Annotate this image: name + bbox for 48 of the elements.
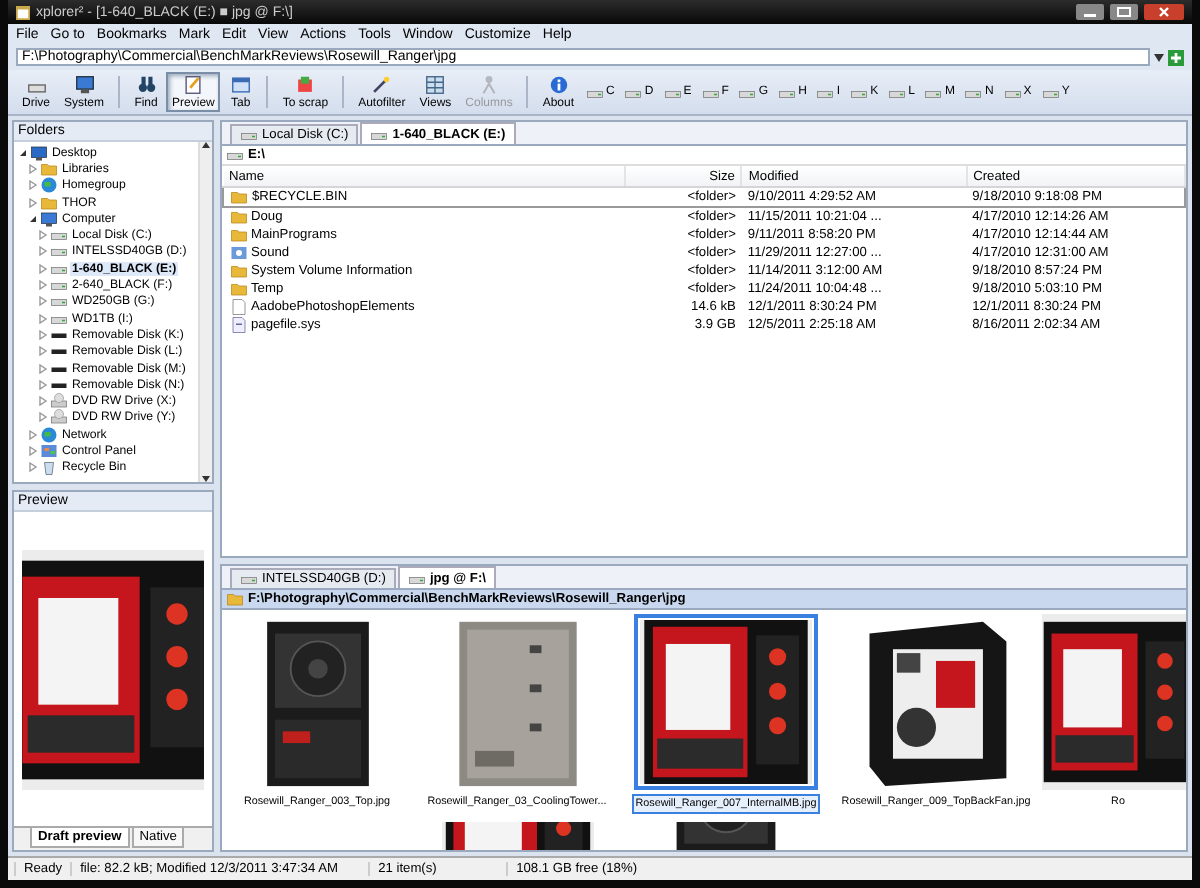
collapsed-arrow-icon[interactable] bbox=[38, 296, 48, 307]
collapsed-arrow-icon[interactable] bbox=[28, 197, 38, 208]
globe-icon bbox=[40, 425, 58, 444]
monitor-icon bbox=[30, 143, 48, 162]
expanded-arrow-icon[interactable] bbox=[18, 147, 28, 158]
collapsed-arrow-icon[interactable] bbox=[38, 230, 48, 241]
globe-icon bbox=[40, 176, 58, 195]
collapsed-arrow-icon[interactable] bbox=[38, 412, 48, 423]
collapsed-arrow-icon[interactable] bbox=[38, 346, 48, 357]
collapsed-arrow-icon[interactable] bbox=[38, 313, 48, 324]
disc-drive-icon bbox=[50, 408, 68, 427]
collapsed-arrow-icon[interactable] bbox=[38, 379, 48, 390]
minimize-icon[interactable] bbox=[1076, 4, 1104, 20]
control-panel-icon bbox=[40, 442, 58, 460]
scroll-down-icon[interactable] bbox=[202, 476, 210, 482]
collapsed-arrow-icon[interactable] bbox=[28, 429, 38, 440]
collapsed-arrow-icon[interactable] bbox=[28, 180, 38, 191]
window-icon bbox=[229, 74, 252, 96]
image-icon bbox=[294, 74, 317, 96]
collapsed-arrow-icon[interactable] bbox=[38, 246, 48, 257]
document-icon bbox=[229, 316, 247, 334]
wand-icon bbox=[370, 74, 393, 96]
monitor-icon bbox=[73, 74, 96, 96]
close-icon[interactable] bbox=[1144, 4, 1184, 20]
info-icon bbox=[547, 74, 570, 96]
grid-icon bbox=[424, 74, 447, 96]
collapsed-arrow-icon[interactable] bbox=[38, 263, 48, 274]
trash-icon bbox=[40, 458, 58, 477]
dropdown-caret-icon[interactable] bbox=[1154, 53, 1164, 61]
collapsed-arrow-icon[interactable] bbox=[28, 163, 38, 174]
collapsed-arrow-icon[interactable] bbox=[28, 445, 38, 456]
collapsed-arrow-icon[interactable] bbox=[38, 280, 48, 291]
person-icon bbox=[478, 74, 500, 96]
scrollbar[interactable] bbox=[198, 142, 212, 482]
expanded-arrow-icon[interactable] bbox=[28, 213, 38, 224]
app-icon bbox=[16, 5, 30, 19]
binoculars-icon bbox=[135, 74, 158, 96]
collapsed-arrow-icon[interactable] bbox=[38, 329, 48, 340]
maximize-icon[interactable] bbox=[1110, 4, 1138, 20]
collapsed-arrow-icon[interactable] bbox=[28, 462, 38, 473]
add-icon[interactable] bbox=[1168, 49, 1184, 65]
collapsed-arrow-icon[interactable] bbox=[38, 396, 48, 407]
disc-drive-icon bbox=[50, 392, 68, 411]
collapsed-arrow-icon[interactable] bbox=[38, 363, 48, 373]
monitor-icon bbox=[40, 209, 58, 228]
document-icon bbox=[229, 298, 247, 316]
media-icon bbox=[229, 244, 247, 262]
document-icon bbox=[182, 74, 205, 96]
